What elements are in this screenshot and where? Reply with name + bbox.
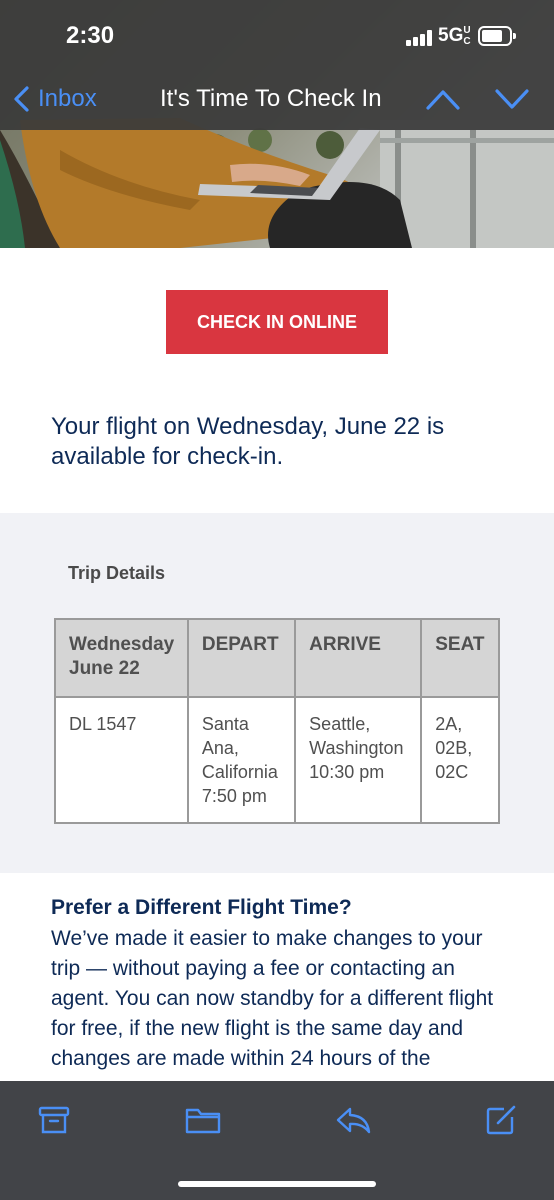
check-in-online-button[interactable]: CHECK IN ONLINE	[166, 290, 388, 354]
trip-details-label: Trip Details	[68, 563, 166, 583]
checkin-availability-text: Your flight on Wednesday, June 22 is ava…	[51, 413, 445, 470]
cell-flight-number: DL 1547	[54, 696, 189, 824]
archive-button[interactable]	[37, 1103, 71, 1137]
header-depart: DEPART	[186, 618, 297, 698]
cell-arrive: Seattle, Washington 10:30 pm	[294, 696, 423, 824]
prefer-flight-body: We’ve made it easier to make changes to …	[51, 927, 494, 1070]
previous-message-button[interactable]	[425, 84, 461, 114]
compose-button[interactable]	[484, 1103, 518, 1137]
trip-details-table: Wednesday June 22 DEPART ARRIVE SEAT DL …	[54, 618, 500, 824]
battery-icon	[478, 26, 516, 46]
top-bar: 2:30 5GU C Inbox It's Time To Check In	[0, 0, 554, 130]
chevron-down-icon	[495, 89, 529, 109]
chevron-left-icon	[14, 86, 29, 112]
table-header-row: Wednesday June 22 DEPART ARRIVE SEAT	[54, 618, 500, 698]
cell-depart: Santa Ana, California 7:50 pm	[186, 696, 297, 824]
reply-button[interactable]	[334, 1103, 372, 1137]
signal-icon	[406, 30, 434, 46]
compose-icon	[486, 1105, 516, 1135]
move-to-folder-button[interactable]	[184, 1103, 222, 1137]
message-subject: It's Time To Check In	[160, 85, 382, 112]
next-message-button[interactable]	[494, 84, 530, 114]
cell-seat: 2A, 02B, 02C	[420, 696, 500, 824]
status-time: 2:30	[66, 22, 115, 49]
folder-icon	[185, 1108, 221, 1134]
table-row: DL 1547 Santa Ana, California 7:50 pm Se…	[54, 696, 500, 824]
back-button[interactable]: Inbox	[12, 83, 97, 115]
header-date: Wednesday June 22	[54, 618, 189, 698]
archive-icon	[38, 1106, 70, 1134]
header-arrive: ARRIVE	[294, 618, 423, 698]
home-indicator[interactable]	[178, 1181, 376, 1187]
prefer-flight-heading: Prefer a Different Flight Time?	[51, 896, 352, 919]
back-label: Inbox	[38, 85, 97, 112]
reply-icon	[336, 1107, 371, 1134]
header-seat: SEAT	[420, 618, 500, 698]
chevron-up-icon	[426, 90, 460, 110]
network-label: 5GU C	[438, 25, 471, 47]
